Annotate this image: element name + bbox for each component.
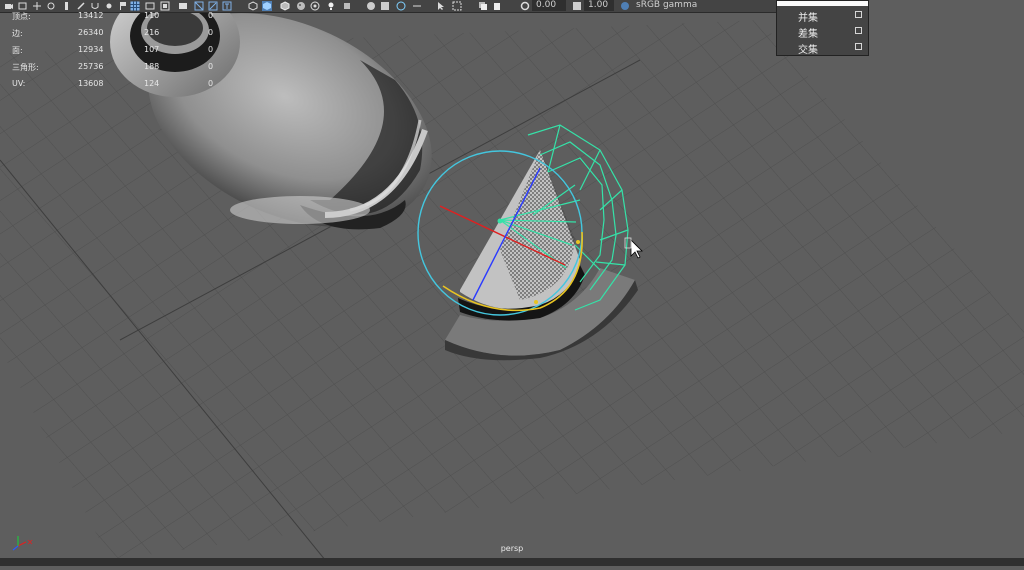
field-chart-icon[interactable] bbox=[194, 1, 204, 11]
hud-value: 0 bbox=[208, 62, 214, 71]
gamma-field[interactable]: 1.00 bbox=[584, 0, 614, 11]
hud-value: 0 bbox=[208, 11, 214, 20]
ambient-occlusion-icon[interactable] bbox=[396, 1, 406, 11]
move-icon[interactable] bbox=[32, 1, 42, 11]
color-management-icon[interactable] bbox=[620, 1, 630, 11]
film-gate-icon[interactable] bbox=[178, 1, 188, 11]
rotate-icon[interactable] bbox=[46, 1, 56, 11]
pen-icon[interactable] bbox=[76, 1, 86, 11]
exposure-field[interactable]: 0.00 bbox=[532, 0, 566, 11]
hud-value: 124 bbox=[144, 79, 160, 88]
viewport-persp[interactable]: 0.00 1.00 sRGB gamma 顶点: 13412 110 0 边: 26340… bbox=[0, 0, 1024, 567]
bottom-bar bbox=[0, 558, 1024, 566]
shaded-icon[interactable] bbox=[262, 1, 272, 11]
isolate-icon[interactable] bbox=[380, 1, 390, 11]
hud-value: 0 bbox=[208, 79, 214, 88]
hud-value: 13608 bbox=[78, 79, 104, 88]
option-box-icon[interactable] bbox=[855, 11, 862, 18]
magnet-icon[interactable] bbox=[90, 1, 100, 11]
colorspace-dropdown[interactable]: sRGB gamma bbox=[636, 0, 697, 11]
hud-value: 12934 bbox=[78, 45, 104, 54]
menu-item-union[interactable]: 并集 bbox=[777, 8, 868, 24]
hud-label: 面: bbox=[12, 46, 23, 55]
hud-value: 26340 bbox=[78, 28, 104, 37]
option-box-icon[interactable] bbox=[855, 27, 862, 34]
hud-value: 216 bbox=[144, 28, 160, 37]
cursor-select-icon[interactable] bbox=[436, 1, 446, 11]
boolean-menu: 并集 差集 交集 bbox=[776, 0, 869, 56]
flag-icon[interactable] bbox=[118, 1, 128, 11]
paste-icon[interactable] bbox=[492, 1, 502, 11]
shadow-icon[interactable] bbox=[342, 1, 352, 11]
hud-row: 面: 12934 107 0 bbox=[12, 45, 222, 57]
motion-blur-icon[interactable] bbox=[412, 1, 422, 11]
hud-value: 0 bbox=[208, 45, 214, 54]
hud-value: 110 bbox=[144, 11, 160, 20]
exposure-icon[interactable] bbox=[520, 1, 530, 11]
hud-row: 顶点: 13412 110 0 bbox=[12, 11, 222, 23]
gamma-icon[interactable] bbox=[572, 1, 582, 11]
text-icon[interactable] bbox=[222, 1, 232, 11]
menu-item-label: 交集 bbox=[798, 45, 818, 56]
hud-value: 188 bbox=[144, 62, 160, 71]
resolution-gate-icon[interactable] bbox=[145, 1, 155, 11]
hud-value: 0 bbox=[208, 28, 214, 37]
hud-row: 三角形: 25736 188 0 bbox=[12, 62, 222, 74]
menu-item-intersection[interactable]: 交集 bbox=[777, 40, 868, 56]
camera-name-label: persp bbox=[500, 544, 524, 553]
brush-icon[interactable] bbox=[104, 1, 114, 11]
wireframe-on-shaded-icon[interactable] bbox=[280, 1, 290, 11]
sphere-icon[interactable] bbox=[366, 1, 376, 11]
hud-row: UV: 13608 124 0 bbox=[12, 79, 222, 91]
bookmark-icon[interactable] bbox=[62, 1, 72, 11]
safe-frame-icon[interactable] bbox=[160, 1, 170, 11]
menu-top-strip bbox=[777, 1, 868, 6]
texture-icon[interactable] bbox=[296, 1, 306, 11]
hud-label: 边: bbox=[12, 29, 23, 38]
hud-label: 三角形: bbox=[12, 63, 39, 72]
wireframe-icon[interactable] bbox=[248, 1, 258, 11]
xray-icon[interactable] bbox=[310, 1, 320, 11]
anti-alias-icon[interactable] bbox=[452, 1, 462, 11]
copy-icon[interactable] bbox=[478, 1, 488, 11]
option-box-icon[interactable] bbox=[855, 43, 862, 50]
select-icon[interactable] bbox=[18, 1, 28, 11]
light-icon[interactable] bbox=[326, 1, 336, 11]
hud-value: 13412 bbox=[78, 11, 104, 20]
hud-row: 边: 26340 216 0 bbox=[12, 28, 222, 40]
hud-label: 顶点: bbox=[12, 12, 31, 21]
overscan-icon[interactable] bbox=[208, 1, 218, 11]
hud-value: 25736 bbox=[78, 62, 104, 71]
menu-item-difference[interactable]: 差集 bbox=[777, 24, 868, 40]
hud-value: 107 bbox=[144, 45, 160, 54]
camera-icon[interactable] bbox=[4, 1, 14, 11]
grid-icon[interactable] bbox=[130, 1, 140, 11]
menu-item-label: 并集 bbox=[798, 13, 818, 24]
menu-item-label: 差集 bbox=[798, 29, 818, 40]
hud-label: UV: bbox=[12, 79, 26, 88]
